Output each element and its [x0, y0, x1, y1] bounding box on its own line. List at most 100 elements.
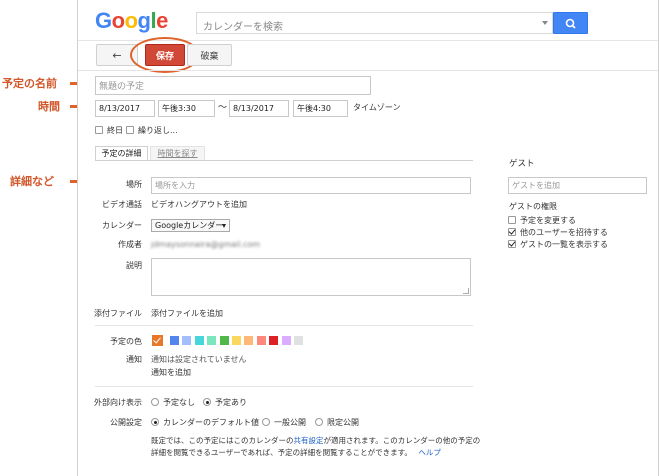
permission-invite-label: 他のユーザーを招待する: [520, 228, 608, 237]
calendar-label: カレンダー: [102, 221, 142, 230]
color-swatch[interactable]: [244, 336, 254, 345]
logo-letter: G: [95, 8, 112, 33]
section-divider-2: [95, 386, 473, 387]
add-guest-input[interactable]: ゲストを追加: [508, 177, 647, 194]
logo-letter: o: [111, 8, 125, 33]
add-attachment-link[interactable]: 添付ファイルを追加: [151, 310, 223, 318]
logo-letter: e: [156, 8, 168, 33]
end-date-value: 8/13/2017: [233, 104, 275, 113]
start-date-input[interactable]: 8/13/2017: [95, 100, 155, 117]
save-label: 保存: [155, 51, 174, 62]
permission-see-list-label: ゲストの一覧を表示する: [520, 240, 608, 249]
color-swatch[interactable]: [232, 336, 241, 345]
privacy-default-radio[interactable]: [151, 418, 159, 426]
footnote-pre: 既定では、この予定にはこのカレンダーの: [151, 436, 294, 445]
visibility-none-radio[interactable]: [151, 398, 159, 406]
start-time-input[interactable]: 午後3:30: [158, 100, 215, 117]
search-placeholder: カレンダーを検索: [203, 22, 283, 33]
permission-see-list-checkbox[interactable]: [508, 240, 516, 248]
save-button[interactable]: 保存: [145, 44, 185, 66]
end-date-input[interactable]: 8/13/2017: [229, 100, 289, 117]
notification-label: 通知: [126, 355, 142, 364]
permission-modify-label: 予定を変更する: [520, 216, 576, 225]
color-swatch[interactable]: [182, 336, 192, 345]
location-placeholder: 場所を入力: [155, 181, 195, 190]
calendar-select[interactable]: Googleカレンダー: [151, 219, 230, 232]
add-notification-link[interactable]: 通知を追加: [151, 369, 191, 377]
attachment-label: 添付ファイル: [94, 309, 142, 318]
footnote-post: が適用されます。このカレンダーの他の予定の: [323, 436, 481, 445]
creator-email: jdmaysonnaira@gmail.com: [151, 240, 261, 249]
visibility-label: 外部向け表示: [94, 398, 142, 407]
creator-label: 作成者: [118, 240, 142, 249]
tab-event-details[interactable]: 予定の詳細: [95, 146, 148, 161]
discard-button[interactable]: 破棄: [187, 44, 232, 66]
timezone-link[interactable]: タイムゾーン: [353, 104, 400, 112]
calendar-dropdown-icon: [222, 224, 226, 228]
search-dropdown-icon[interactable]: [542, 21, 548, 25]
privacy-footnote-line1: 既定では、この予定にはこのカレンダーの共有設定が適用されます。このカレンダーの他…: [151, 437, 480, 445]
permission-modify-checkbox[interactable]: [508, 216, 516, 224]
calendar-select-value: Googleカレンダー: [155, 221, 224, 230]
location-label: 場所: [126, 180, 142, 189]
color-swatch[interactable]: [294, 336, 303, 345]
visibility-busy-label: 予定あり: [215, 398, 247, 407]
logo-text: Google: [95, 10, 168, 32]
help-link[interactable]: ヘルプ: [418, 448, 441, 457]
privacy-label: 公開設定: [110, 418, 142, 427]
color-swatch[interactable]: [269, 336, 279, 345]
search-button[interactable]: [553, 12, 588, 34]
privacy-public-radio[interactable]: [262, 418, 270, 426]
guest-permissions-heading: ゲストの権限: [509, 202, 557, 211]
toolbar-divider: [78, 70, 658, 71]
add-guest-placeholder: ゲストを追加: [512, 181, 560, 190]
tab-find-time-label: 時間を探す: [157, 149, 198, 158]
location-input[interactable]: 場所を入力: [151, 177, 471, 194]
description-textarea[interactable]: [151, 258, 471, 296]
google-logo[interactable]: Google: [95, 10, 168, 32]
repeat-label: 繰り返し...: [138, 126, 178, 135]
section-divider-1: [95, 325, 473, 326]
footnote-line2-text: 詳細を閲覧できるユーザーであれば、予定の詳細を閲覧することができます。: [151, 448, 412, 457]
color-swatch-selected[interactable]: [152, 335, 163, 346]
visibility-busy-radio[interactable]: [203, 398, 211, 406]
event-title-input[interactable]: 無題の予定: [95, 76, 371, 95]
tab-event-details-label: 予定の詳細: [101, 149, 142, 158]
back-arrow-icon: ←: [112, 48, 122, 62]
color-swatch[interactable]: [170, 336, 179, 345]
start-time-value: 午後3:30: [162, 104, 196, 113]
color-swatch[interactable]: [219, 336, 229, 345]
color-swatch[interactable]: [281, 336, 291, 345]
all-day-label: 終日: [107, 126, 123, 135]
visibility-none-label: 予定なし: [163, 398, 195, 407]
date-separator: ～: [218, 103, 228, 113]
video-call-label: ビデオ通話: [102, 200, 142, 209]
search-icon: [565, 18, 576, 29]
description-label: 説明: [126, 261, 142, 270]
notification-status: 通知は設定されていません: [151, 355, 247, 364]
resize-grip-icon[interactable]: [463, 288, 469, 294]
logo-letter: o: [124, 8, 138, 33]
color-swatch[interactable]: [194, 336, 204, 345]
permission-invite-checkbox[interactable]: [508, 228, 516, 236]
repeat-checkbox[interactable]: [126, 126, 134, 134]
privacy-private-radio[interactable]: [315, 418, 323, 426]
all-day-checkbox[interactable]: [95, 126, 103, 134]
privacy-private-label: 限定公開: [327, 418, 359, 427]
search-input[interactable]: カレンダーを検索: [196, 12, 553, 34]
tab-divider: [95, 160, 473, 161]
event-color-label: 予定の色: [110, 337, 142, 346]
end-time-input[interactable]: 午後4:30: [293, 100, 348, 117]
annotation-datetime: 時間: [38, 100, 60, 113]
tab-find-time[interactable]: 時間を探す: [150, 146, 205, 161]
privacy-public-label: 一般公開: [274, 418, 306, 427]
logo-letter: g: [137, 8, 151, 33]
annotation-event-name: 予定の名前: [2, 77, 57, 90]
privacy-default-label: カレンダーのデフォルト値: [163, 418, 259, 427]
add-hangout-link[interactable]: ビデオハングアウトを追加: [151, 201, 247, 209]
color-swatch[interactable]: [256, 336, 266, 345]
sharing-settings-link[interactable]: 共有設定: [294, 436, 324, 445]
annotation-details: 詳細など: [10, 175, 54, 188]
guests-heading: ゲスト: [509, 159, 535, 169]
color-swatch[interactable]: [207, 336, 217, 345]
